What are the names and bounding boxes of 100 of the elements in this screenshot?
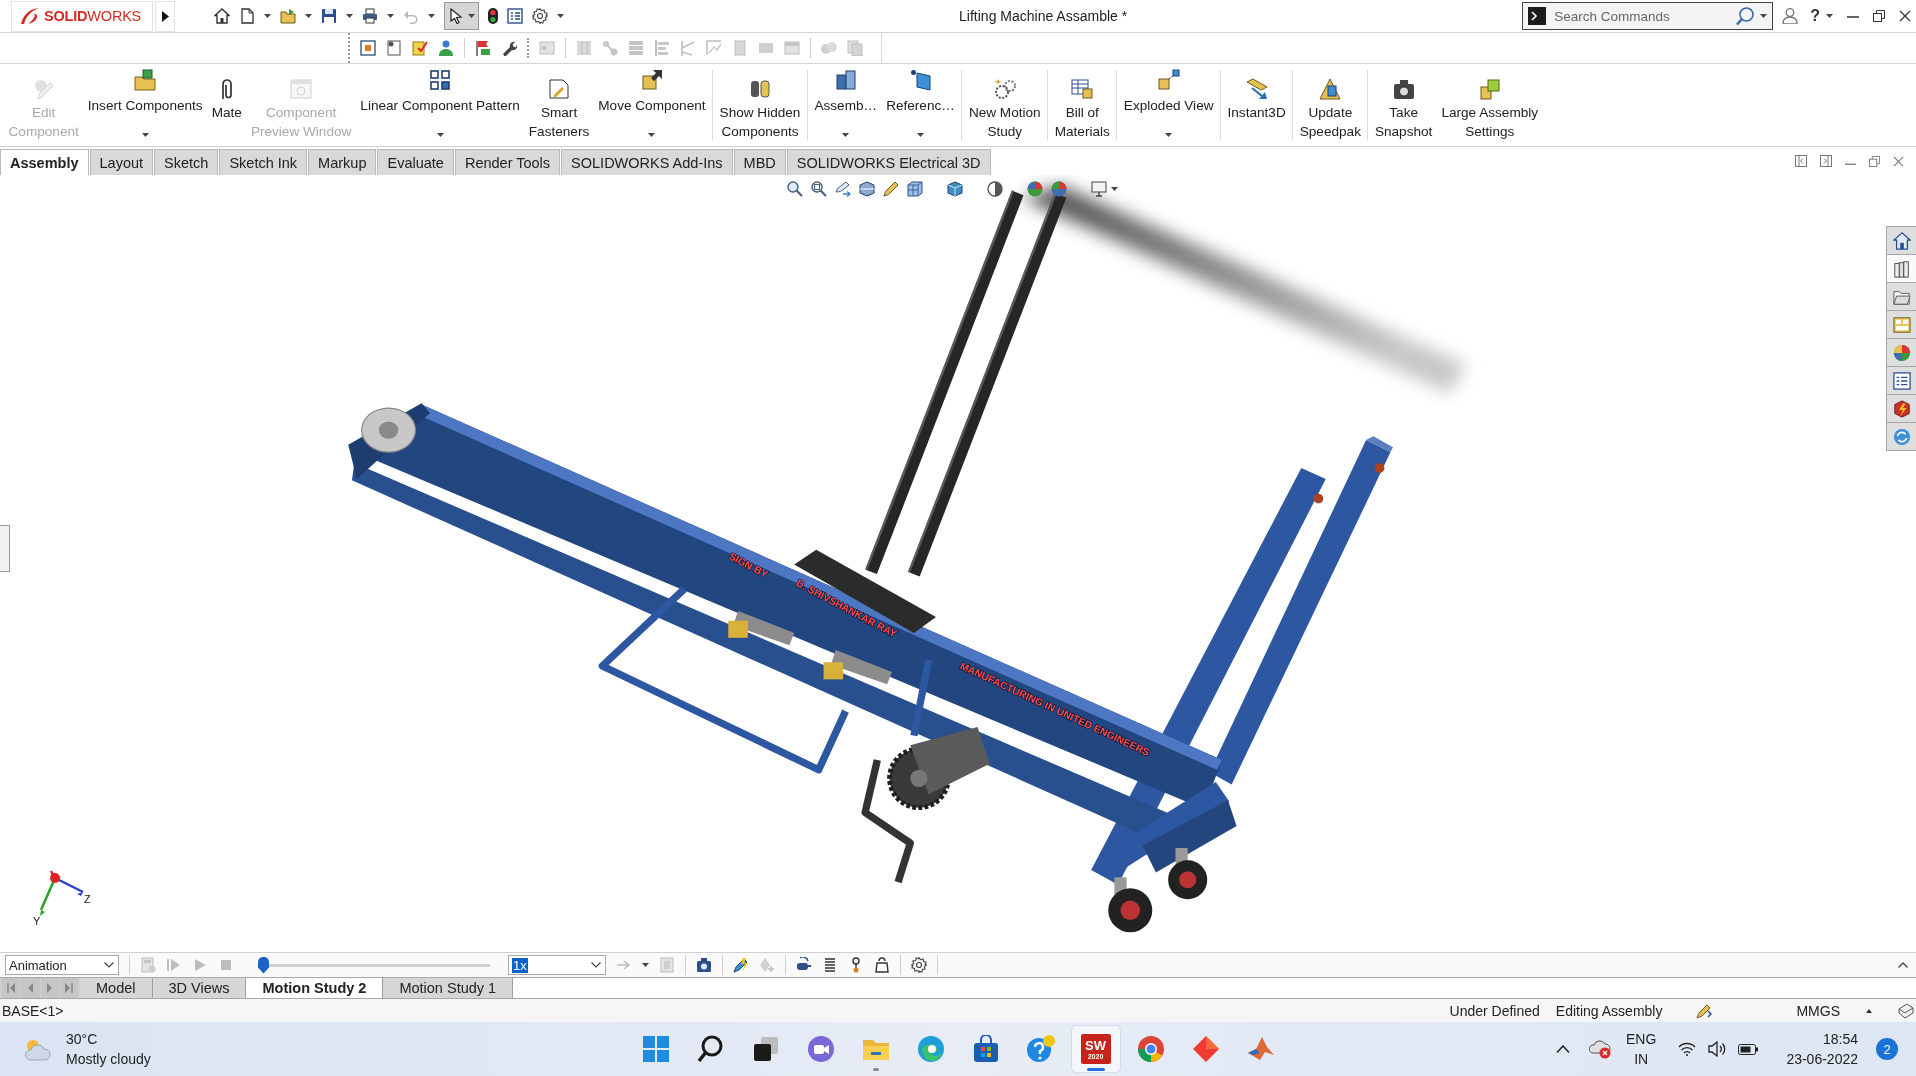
caret-up-icon[interactable] — [1866, 1008, 1872, 1013]
task-pane-tab[interactable] — [1887, 422, 1916, 450]
document-icon[interactable] — [386, 40, 402, 56]
restore-icon[interactable] — [1873, 10, 1885, 22]
language-button[interactable]: ENG IN — [1626, 1029, 1657, 1069]
timeline-slider[interactable] — [258, 956, 490, 974]
user-icon[interactable] — [1782, 8, 1799, 24]
printer-icon[interactable] — [362, 8, 378, 24]
grid-cube-icon[interactable] — [907, 181, 923, 197]
nodes-icon[interactable] — [602, 40, 618, 56]
search-icon[interactable] — [1736, 7, 1755, 25]
pencil-arrow-icon[interactable] — [1696, 1002, 1713, 1019]
ribbon-tab[interactable]: MBD — [733, 149, 786, 175]
ribbon-command-button[interactable]: Show Hidden Components — [715, 64, 805, 146]
caret-icon[interactable] — [557, 14, 564, 18]
task-pane-tab[interactable] — [1887, 338, 1916, 366]
ribbon-tab[interactable]: Render Tools — [454, 149, 561, 175]
caret-icon[interactable] — [428, 14, 435, 18]
clock-button[interactable]: 18:54 23-06-2022 — [1786, 1029, 1858, 1069]
caret-icon[interactable] — [264, 14, 271, 18]
ribbon-tab[interactable]: Layout — [89, 149, 154, 175]
ribbon-command-button[interactable]: Smart Fasteners — [524, 64, 594, 146]
caret-icon[interactable] — [642, 963, 649, 967]
study-tab[interactable]: Model — [80, 978, 153, 998]
task-pane-tab[interactable] — [1887, 282, 1916, 310]
panel-left-icon[interactable] — [1795, 155, 1807, 167]
half-circle-icon[interactable] — [987, 181, 1003, 197]
tray-icon[interactable] — [1898, 1002, 1914, 1019]
battery-icon[interactable] — [1738, 1043, 1759, 1055]
ribbon-tab[interactable]: SOLIDWORKS Add-Ins — [561, 149, 733, 175]
pencil-arrow-icon[interactable] — [835, 181, 851, 197]
help-button[interactable]: ? — [1810, 7, 1820, 25]
task-pane-tab[interactable] — [1887, 254, 1916, 282]
ribbon-tab[interactable]: Markup — [308, 149, 377, 175]
caret-icon[interactable] — [1111, 187, 1118, 191]
playback-speed-dropdown[interactable]: 1x — [508, 955, 606, 975]
hexagon-icon[interactable] — [859, 181, 875, 197]
person-icon[interactable] — [438, 40, 454, 56]
task-pane-tab[interactable] — [1887, 226, 1916, 254]
units-button[interactable]: MMGS — [1796, 1002, 1840, 1019]
ribbon-command-button[interactable]: Large Assembly Settings — [1436, 64, 1543, 146]
ribbon-command-button[interactable]: Linear Component Pattern — [355, 64, 525, 146]
pencil-icon[interactable] — [883, 181, 899, 197]
pencil-lightning-icon[interactable] — [733, 957, 749, 973]
task-pane-tab[interactable] — [1887, 310, 1916, 338]
ribbon-command-button[interactable]: Insert Components — [83, 64, 208, 146]
caret-icon[interactable] — [346, 14, 353, 18]
list-icon[interactable] — [507, 8, 523, 24]
ribbon-command-button[interactable]: New Motion Study — [964, 64, 1046, 146]
wifi-icon[interactable] — [1678, 1042, 1697, 1056]
panel-handle[interactable] — [0, 525, 10, 572]
weight-icon[interactable] — [874, 957, 890, 973]
weather-widget[interactable]: 30°C Mostly cloudy — [24, 1029, 151, 1069]
ribbon-tab[interactable]: SOLIDWORKS Electrical 3D — [786, 149, 991, 175]
flags-icon[interactable] — [475, 40, 491, 56]
caret-icon[interactable] — [387, 14, 394, 18]
ribbon-command-button[interactable]: Move Component — [593, 64, 711, 146]
caret-icon[interactable] — [305, 14, 312, 18]
magnifier-icon[interactable] — [811, 181, 827, 197]
stacked-lines-icon[interactable] — [822, 957, 838, 973]
colored-sphere-icon[interactable] — [1027, 181, 1043, 197]
wrench-icon[interactable] — [501, 40, 517, 56]
colored-sphere-icon[interactable] — [1051, 181, 1067, 197]
chevron-up-icon[interactable] — [1556, 1045, 1571, 1053]
slider-thumb[interactable] — [258, 956, 269, 974]
traffic-light-icon[interactable] — [488, 8, 498, 24]
ribbon-command-button[interactable]: Update Speedpak — [1295, 64, 1366, 146]
monitor-icon[interactable] — [1091, 181, 1107, 197]
caret-icon[interactable] — [1826, 14, 1833, 18]
ribbon-command-button[interactable]: Exploded View — [1119, 64, 1218, 146]
home-icon[interactable] — [214, 8, 230, 24]
panel-right-icon[interactable] — [1820, 155, 1832, 167]
ribbon-command-button[interactable]: Take Snapshot — [1370, 64, 1437, 146]
notification-badge[interactable]: 2 — [1876, 1038, 1898, 1060]
settings-icon[interactable] — [532, 8, 548, 24]
checklist-icon[interactable] — [412, 40, 428, 56]
task-pane-tab[interactable] — [1887, 394, 1916, 422]
caret-icon[interactable] — [1760, 14, 1768, 18]
ribbon-command-button[interactable]: Bill of Materials — [1050, 64, 1115, 146]
new-document-icon[interactable] — [239, 8, 255, 24]
study-tab[interactable]: 3D Views — [152, 978, 247, 998]
task-pane-tab[interactable] — [1887, 366, 1916, 394]
ribbon-tab[interactable]: Sketch — [154, 149, 219, 175]
ribbon-command-button[interactable]: Assemb… — [809, 64, 882, 146]
ribbon-command-button[interactable]: Instant3D — [1223, 64, 1291, 146]
ribbon-tab[interactable]: Assembly — [0, 149, 89, 175]
ribbon-command-button[interactable]: Mate — [207, 64, 247, 146]
search-field[interactable]: Search Commands — [1546, 5, 1737, 27]
study-tab[interactable]: Motion Study 1 — [383, 978, 514, 998]
motor-icon[interactable] — [796, 957, 812, 973]
save-icon[interactable] — [321, 8, 337, 24]
ribbon-tab[interactable]: Sketch Ink — [219, 149, 308, 175]
select-button[interactable] — [444, 2, 479, 30]
framed-picture-icon[interactable] — [360, 40, 376, 56]
menu-flyout-button[interactable] — [155, 0, 175, 32]
search-box[interactable]: Search Commands — [1522, 2, 1774, 30]
settings-icon[interactable] — [911, 957, 927, 973]
camera-icon[interactable] — [696, 957, 712, 973]
cube-icon[interactable] — [947, 181, 963, 197]
study-type-dropdown[interactable]: Animation — [5, 955, 119, 975]
